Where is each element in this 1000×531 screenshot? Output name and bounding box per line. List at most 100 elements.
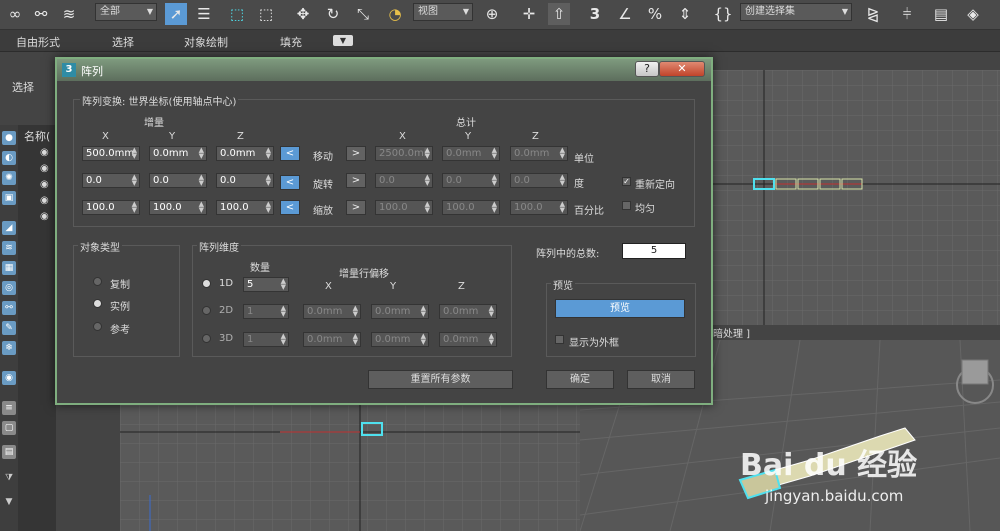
- dimension-3d-radio[interactable]: [202, 334, 211, 343]
- select-by-name-icon[interactable]: ☰: [193, 3, 215, 25]
- unlink-icon[interactable]: ⚯: [30, 3, 52, 25]
- reference-coordinate-select[interactable]: 视图 ▼: [413, 3, 473, 21]
- visibility-eye-icon[interactable]: ◉: [40, 195, 49, 206]
- scale-increment-z[interactable]: 100.0 ▲ ▼: [216, 200, 274, 215]
- dimension-2d-count[interactable]: 1 ▲ ▼: [243, 304, 289, 319]
- bind-spacewarp-icon[interactable]: ≋: [58, 3, 80, 25]
- name-column-header[interactable]: 名称(: [24, 128, 50, 144]
- move-increment-y[interactable]: 0.0mm ▲ ▼: [149, 146, 207, 161]
- list-view-icon[interactable]: ≡: [2, 401, 16, 415]
- scale-increment-y[interactable]: 100.0 ▲ ▼: [149, 200, 207, 215]
- layer-manager-icon[interactable]: ◈: [962, 3, 984, 25]
- ribbon-tab-populate[interactable]: 填充: [280, 34, 302, 50]
- display-shapes-icon[interactable]: ◐: [2, 151, 16, 165]
- move-icon[interactable]: ✥: [292, 3, 314, 25]
- dimension-2d-offset-y[interactable]: 0.0mm ▲ ▼: [371, 304, 429, 319]
- move-total-y[interactable]: 0.0mm ▲ ▼: [442, 146, 500, 161]
- link-icon[interactable]: ∞: [4, 3, 26, 25]
- rotate-left-arrow-button[interactable]: <: [280, 175, 300, 190]
- display-cameras-icon[interactable]: ▣: [2, 191, 16, 205]
- layer-view-icon[interactable]: ▢: [2, 421, 16, 435]
- rotate-increment-z[interactable]: 0.0 ▲ ▼: [216, 173, 274, 188]
- select-manipulate-icon[interactable]: ✛: [518, 3, 540, 25]
- snaps-toggle-icon[interactable]: 3: [584, 3, 606, 25]
- percent-snap-icon[interactable]: %: [644, 3, 666, 25]
- dimension-3d-offset-z[interactable]: 0.0mm ▲ ▼: [439, 332, 497, 347]
- display-bones-icon[interactable]: ⚯: [2, 301, 16, 315]
- rotate-total-y[interactable]: 0.0 ▲ ▼: [442, 173, 500, 188]
- angle-snap-icon[interactable]: ∠: [614, 3, 636, 25]
- filter-funnel-icon[interactable]: ⧩: [2, 471, 16, 485]
- dimension-3d-offset-y[interactable]: 0.0mm ▲ ▼: [371, 332, 429, 347]
- viewcube[interactable]: [961, 359, 989, 385]
- display-xrefs-icon[interactable]: ◎: [2, 281, 16, 295]
- dimension-2d-offset-x[interactable]: 0.0mm ▲ ▼: [303, 304, 361, 319]
- scale-right-arrow-button[interactable]: >: [346, 200, 366, 215]
- help-button[interactable]: ?: [635, 61, 659, 77]
- scale-total-y[interactable]: 100.0 ▲ ▼: [442, 200, 500, 215]
- visibility-eye-icon[interactable]: ◉: [40, 179, 49, 190]
- visibility-eye-icon[interactable]: ◉: [40, 211, 49, 222]
- filter-options-icon[interactable]: ▤: [2, 445, 16, 459]
- display-frozen-icon[interactable]: ❄: [2, 341, 16, 355]
- ribbon-tab-freeform[interactable]: 自由形式: [16, 34, 60, 50]
- dimension-1d-radio[interactable]: [202, 279, 211, 288]
- visibility-eye-icon[interactable]: ◉: [40, 147, 49, 158]
- ribbon-tab-selection[interactable]: 选择: [112, 34, 134, 50]
- close-button[interactable]: ✕: [659, 61, 705, 77]
- rotate-icon[interactable]: ↻: [322, 3, 344, 25]
- rotate-total-x[interactable]: 0.0 ▲ ▼: [375, 173, 433, 188]
- move-right-arrow-button[interactable]: >: [346, 146, 366, 161]
- scale-left-arrow-button[interactable]: <: [280, 200, 300, 215]
- move-increment-z[interactable]: 0.0mm ▲ ▼: [216, 146, 274, 161]
- window-crossing-icon[interactable]: ⬚: [255, 3, 277, 25]
- ok-button[interactable]: 确定: [546, 370, 614, 389]
- viewport-shading-label[interactable]: 暗处理 ]: [713, 325, 750, 340]
- dimension-2d-offset-z[interactable]: 0.0mm ▲ ▼: [439, 304, 497, 319]
- rectangular-region-icon[interactable]: ⬚: [226, 3, 248, 25]
- object-type-reference-radio[interactable]: [93, 322, 102, 331]
- scale-increment-x[interactable]: 100.0 ▲ ▼: [82, 200, 140, 215]
- move-left-arrow-button[interactable]: <: [280, 146, 300, 161]
- cancel-button[interactable]: 取消: [627, 370, 695, 389]
- scale-icon[interactable]: ⤡: [352, 3, 374, 25]
- display-containers-icon[interactable]: ✎: [2, 321, 16, 335]
- object-type-instance-radio[interactable]: [93, 299, 102, 308]
- ribbon-options-icon[interactable]: ▼: [333, 35, 353, 46]
- display-geometry-icon[interactable]: ●: [2, 131, 16, 145]
- align-icon[interactable]: ⫩: [896, 3, 918, 25]
- uniform-checkbox[interactable]: [622, 201, 631, 210]
- display-groups-icon[interactable]: ▦: [2, 261, 16, 275]
- move-increment-x[interactable]: 500.0mm ▲ ▼: [82, 146, 140, 161]
- viewport-top[interactable]: [120, 405, 580, 531]
- scale-total-z[interactable]: 100.0 ▲ ▼: [510, 200, 568, 215]
- visibility-eye-icon[interactable]: ◉: [40, 163, 49, 174]
- dimension-3d-count[interactable]: 1 ▲ ▼: [243, 332, 289, 347]
- dimension-1d-count[interactable]: 5 ▲ ▼: [243, 277, 289, 292]
- display-all-icon[interactable]: ◉: [2, 371, 16, 385]
- mirror-icon[interactable]: ⧎: [862, 3, 884, 25]
- move-total-z[interactable]: 0.0mm ▲ ▼: [510, 146, 568, 161]
- move-total-x[interactable]: 2500.0mi ▲ ▼: [375, 146, 433, 161]
- select-menu[interactable]: 选择: [12, 79, 34, 95]
- display-spacewarps-icon[interactable]: ≋: [2, 241, 16, 255]
- ribbon-tab-object-paint[interactable]: 对象绘制: [184, 34, 228, 50]
- dimension-2d-radio[interactable]: [202, 306, 211, 315]
- dialog-title-bar[interactable]: 3 阵列 ? ✕: [57, 59, 711, 81]
- scale-total-x[interactable]: 100.0 ▲ ▼: [375, 200, 433, 215]
- reset-all-parameters-button[interactable]: 重置所有参数: [368, 370, 513, 389]
- keyboard-shortcut-icon[interactable]: ⇧: [548, 3, 570, 25]
- rotate-right-arrow-button[interactable]: >: [346, 173, 366, 188]
- scene-explorer-icon[interactable]: ▤: [930, 3, 952, 25]
- funnel-icon[interactable]: ▼: [2, 495, 16, 509]
- display-lights-icon[interactable]: ✺: [2, 171, 16, 185]
- rotate-increment-x[interactable]: 0.0 ▲ ▼: [82, 173, 140, 188]
- select-object-icon[interactable]: ➚: [165, 3, 187, 25]
- reorient-checkbox[interactable]: ✓: [622, 177, 631, 186]
- rotate-total-z[interactable]: 0.0 ▲ ▼: [510, 173, 568, 188]
- show-as-box-checkbox[interactable]: [555, 335, 564, 344]
- preview-button[interactable]: 预览: [555, 299, 685, 318]
- display-helpers-icon[interactable]: ◢: [2, 221, 16, 235]
- rotate-increment-y[interactable]: 0.0 ▲ ▼: [149, 173, 207, 188]
- pivot-point-icon[interactable]: ⊕: [481, 3, 503, 25]
